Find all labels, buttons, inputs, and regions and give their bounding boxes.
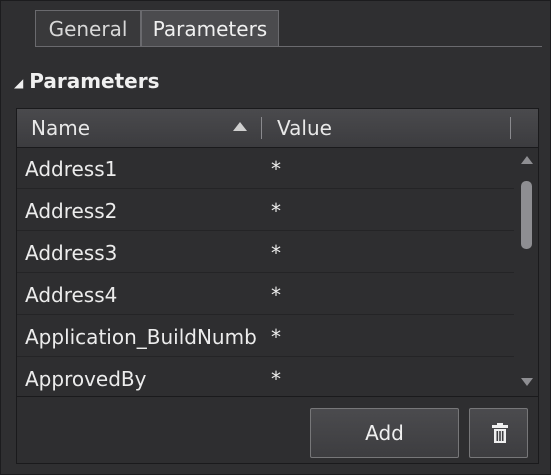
- column-separator[interactable]: [261, 117, 262, 139]
- cell-name: ApprovedBy: [25, 367, 147, 391]
- cell-name: Application_BuildNumb: [25, 325, 257, 349]
- table-row[interactable]: Address3 *: [17, 232, 514, 273]
- section-title: Parameters: [29, 69, 160, 93]
- table-header: Name Value: [17, 109, 538, 148]
- table-row[interactable]: Address1 *: [17, 148, 514, 189]
- section-header-parameters[interactable]: ◢ Parameters: [14, 66, 160, 96]
- collapse-triangle-icon[interactable]: ◢: [14, 68, 23, 98]
- table-row[interactable]: Application_BuildNumb *: [17, 316, 514, 357]
- tab-bar: General Parameters: [0, 0, 551, 47]
- tab-divider: [35, 46, 542, 47]
- table-row[interactable]: Address2 *: [17, 190, 514, 231]
- tab-general[interactable]: General: [35, 10, 141, 46]
- tab-parameters[interactable]: Parameters: [141, 10, 279, 46]
- cell-value[interactable]: *: [271, 316, 471, 358]
- column-separator[interactable]: [510, 117, 511, 139]
- table-row[interactable]: Address4 *: [17, 274, 514, 315]
- sort-ascending-icon[interactable]: [233, 122, 247, 131]
- cell-name: Address2: [25, 199, 118, 223]
- column-header-name[interactable]: Name: [31, 109, 90, 147]
- cell-name: Address1: [25, 157, 118, 181]
- scroll-thumb[interactable]: [521, 181, 532, 249]
- scroll-down-arrow-icon[interactable]: [521, 378, 533, 386]
- column-header-value[interactable]: Value: [277, 109, 332, 147]
- cell-value[interactable]: *: [271, 358, 471, 396]
- cell-value[interactable]: *: [271, 148, 471, 190]
- table-body: Address1 * Address2 * Address3 * Address…: [17, 148, 514, 396]
- cell-name: Address4: [25, 283, 118, 307]
- table-row[interactable]: ApprovedBy *: [17, 358, 514, 396]
- trash-icon: [492, 423, 508, 443]
- cell-value[interactable]: *: [271, 232, 471, 274]
- cell-name: Address3: [25, 241, 118, 265]
- add-button[interactable]: Add: [310, 408, 459, 458]
- vertical-scrollbar[interactable]: [515, 148, 538, 396]
- cell-value[interactable]: *: [271, 274, 471, 316]
- scroll-up-arrow-icon[interactable]: [521, 156, 533, 164]
- cell-value[interactable]: *: [271, 190, 471, 232]
- delete-button[interactable]: [469, 408, 528, 458]
- parameters-table: Name Value Address1 * Address2 * Address…: [16, 108, 539, 464]
- table-footer-divider: [17, 396, 538, 397]
